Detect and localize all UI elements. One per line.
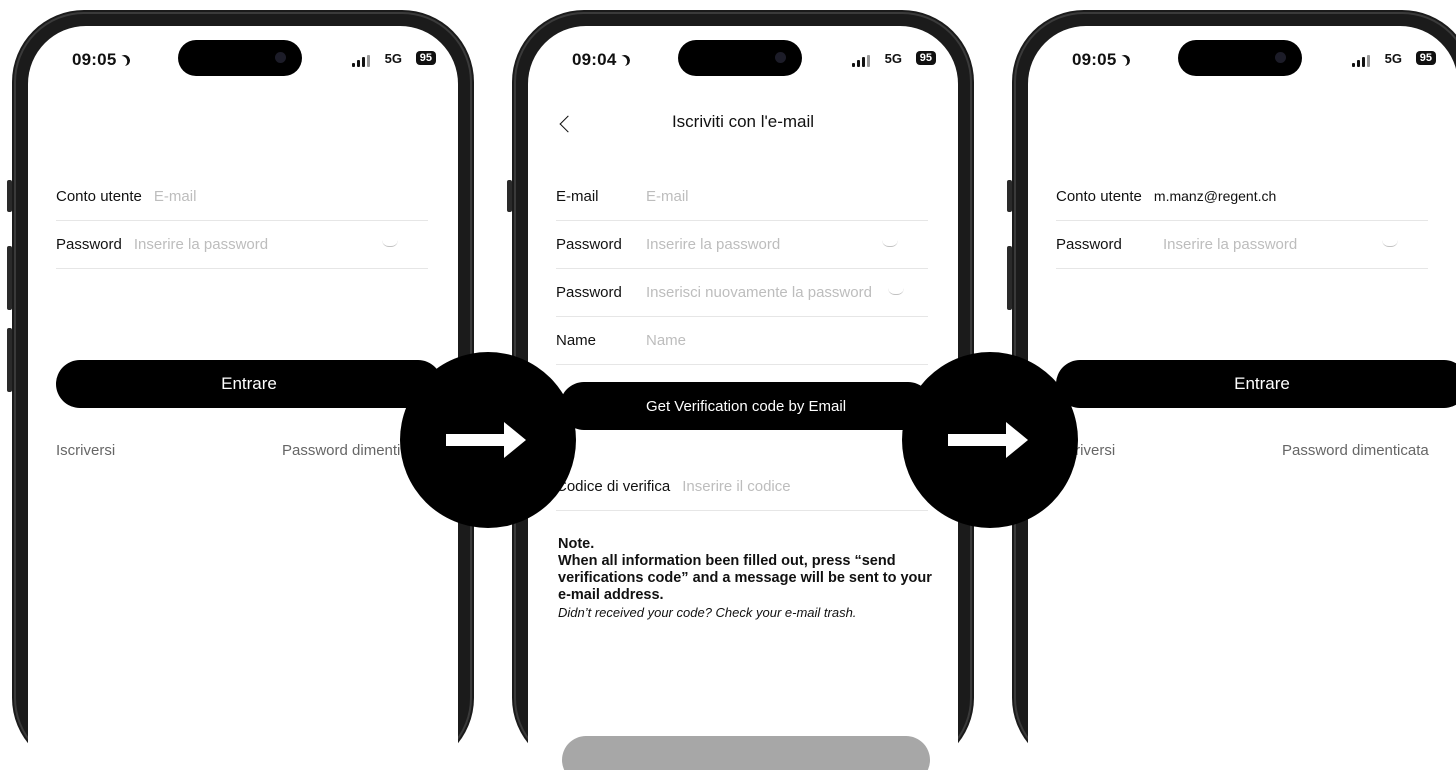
dynamic-island: [678, 40, 802, 76]
arrow-right-icon: [446, 422, 526, 458]
phone-login-filled: 09:05 5G 95 Conto utente m.manz@regent.c…: [1012, 10, 1456, 770]
field-label: Conto utente: [56, 187, 142, 205]
account-field[interactable]: Conto utente E-mail: [56, 172, 428, 221]
arrow-connector: [400, 352, 576, 528]
status-time: 09:05: [1072, 50, 1133, 70]
signal-icon: [1352, 55, 1372, 67]
network-label: 5G: [384, 51, 402, 66]
account-field[interactable]: Conto utente m.manz@regent.ch: [1056, 172, 1428, 221]
field-label: Password: [556, 235, 622, 253]
note-block: Note. When all information been filled o…: [558, 536, 934, 621]
signal-icon: [852, 55, 872, 67]
network-label: 5G: [1384, 51, 1402, 66]
moon-icon: [1117, 53, 1133, 68]
login-button[interactable]: Entrare: [1056, 360, 1456, 408]
status-bar: 09:04 5G 95: [528, 26, 958, 96]
page-title: Iscriviti con l'e-mail: [671, 112, 815, 131]
signup-link[interactable]: Iscriversi: [56, 442, 115, 459]
field-label: Codice di verifica: [556, 477, 671, 495]
screen: 09:04 5G 95 Iscriviti con l'e-mail E-mai…: [528, 26, 958, 770]
camera-icon: [1275, 52, 1286, 63]
forgot-password-link[interactable]: Password dimenticata: [1282, 442, 1429, 459]
battery-icon: 95: [1415, 51, 1436, 65]
side-button: [507, 180, 512, 212]
camera-icon: [275, 52, 286, 63]
email-input[interactable]: m.manz@regent.ch: [1154, 188, 1428, 204]
field-label: E-mail: [556, 187, 599, 205]
submit-button-disabled: [562, 736, 930, 770]
dynamic-island: [178, 40, 302, 76]
arrow-right-icon: [948, 422, 1028, 458]
status-time: 09:04: [572, 50, 633, 70]
note-body: When all information been filled out, pr…: [558, 553, 932, 603]
side-button: [7, 180, 12, 212]
confirm-password-field[interactable]: Password Inserisci nuovamente la passwor…: [556, 268, 928, 317]
note-hint: Didn’t received your code? Check your e-…: [558, 605, 857, 620]
get-verification-code-button[interactable]: Get Verification code by Email: [560, 382, 932, 430]
note-heading: Note.: [558, 536, 595, 552]
battery-icon: 95: [415, 51, 436, 65]
moon-icon: [617, 53, 633, 68]
field-label: Name: [556, 331, 597, 349]
password-field[interactable]: Password Inserire la password: [56, 220, 428, 269]
arrow-connector: [902, 352, 1078, 528]
moon-icon: [117, 53, 133, 68]
side-button: [7, 246, 12, 310]
email-input[interactable]: E-mail: [646, 188, 928, 205]
network-label: 5G: [884, 51, 902, 66]
email-field[interactable]: E-mail E-mail: [556, 172, 928, 221]
field-label: Password: [56, 235, 122, 253]
side-button: [7, 328, 12, 392]
verification-code-input[interactable]: Inserire il codice: [682, 478, 928, 495]
password-field[interactable]: Password Inserire la password: [556, 220, 928, 269]
confirm-password-input[interactable]: Inserisci nuovamente la password: [646, 284, 928, 301]
signal-icon: [352, 55, 372, 67]
verification-code-field[interactable]: Codice di verifica Inserire il codice: [556, 462, 928, 511]
login-button[interactable]: Entrare: [56, 360, 442, 408]
status-bar: 09:05 5G 95: [28, 26, 458, 96]
dynamic-island: [1178, 40, 1302, 76]
email-input[interactable]: E-mail: [154, 188, 428, 205]
status-bar: 09:05 5G 95: [1028, 26, 1456, 96]
side-button: [1007, 246, 1012, 310]
name-field[interactable]: Name Name: [556, 316, 928, 365]
phone-signup-email: 09:04 5G 95 Iscriviti con l'e-mail E-mai…: [512, 10, 974, 770]
field-label: Conto utente: [1056, 187, 1142, 205]
status-time: 09:05: [72, 50, 133, 70]
camera-icon: [775, 52, 786, 63]
field-label: Password: [1056, 235, 1122, 253]
screen: 09:05 5G 95 Conto utente m.manz@regent.c…: [1028, 26, 1456, 770]
side-button: [1007, 180, 1012, 212]
battery-icon: 95: [915, 51, 936, 65]
field-label: Password: [556, 283, 622, 301]
phone-login-empty: 09:05 5G 95 Conto utente E-mail Password…: [12, 10, 474, 770]
name-input[interactable]: Name: [646, 332, 928, 349]
screen: 09:05 5G 95 Conto utente E-mail Password…: [28, 26, 458, 770]
password-field[interactable]: Password Inserire la password: [1056, 220, 1428, 269]
